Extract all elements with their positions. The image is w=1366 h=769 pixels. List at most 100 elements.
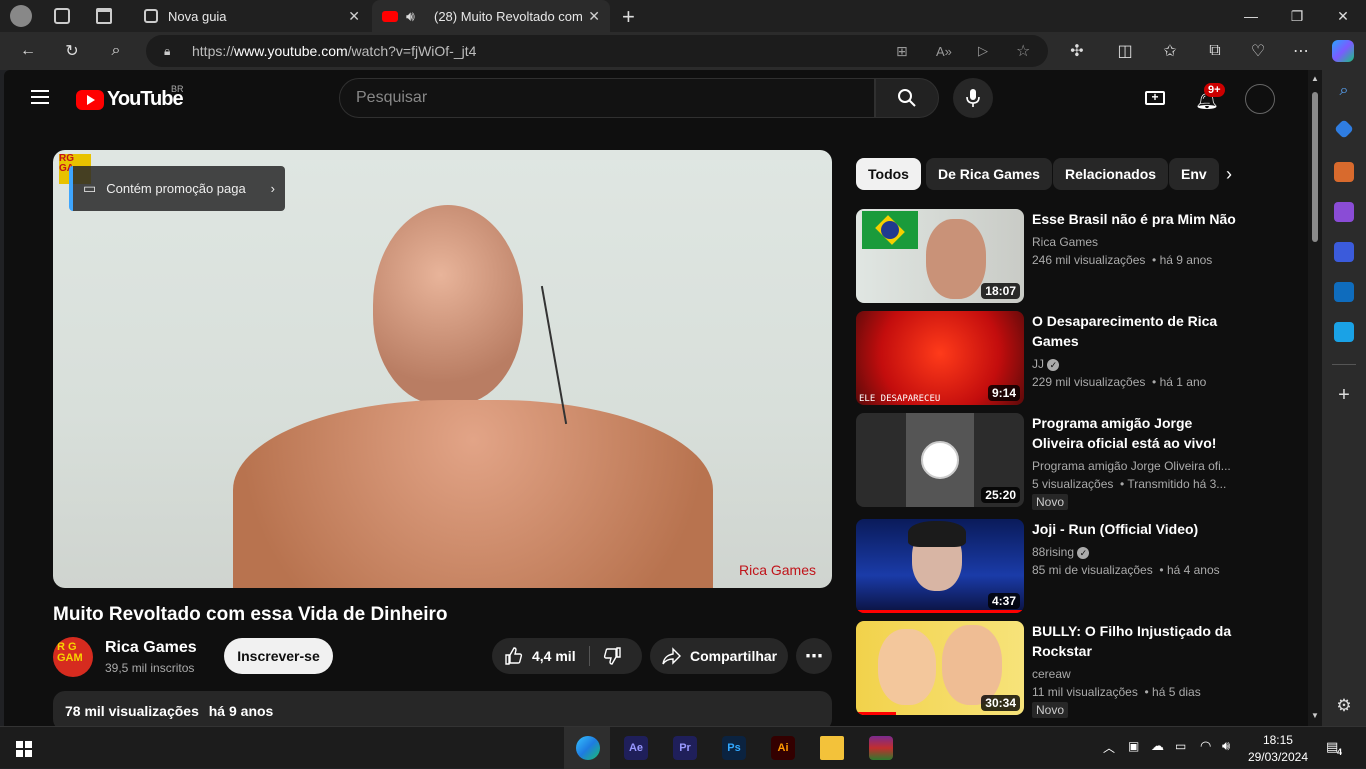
chip-channel[interactable]: De Rica Games xyxy=(926,158,1052,190)
like-button[interactable]: 4,4 mil xyxy=(492,646,576,666)
rec-title[interactable]: Joji - Run (Official Video) xyxy=(1032,519,1242,539)
sidebar-microsoft365-icon[interactable] xyxy=(1334,242,1354,262)
list-item[interactable]: ELE DESAPARECEU 9:14 O Desaparecimento d… xyxy=(856,311,1246,405)
chip-sent[interactable]: Env xyxy=(1169,158,1219,190)
wifi-icon[interactable]: ◠ xyxy=(1200,738,1211,754)
favorite-star-icon[interactable]: ☆ xyxy=(1016,41,1030,61)
rec-channel[interactable]: 88rising ✓ xyxy=(1032,545,1090,559)
paid-promotion-label[interactable]: ▭ Contém promoção paga › xyxy=(69,166,285,211)
rec-title[interactable]: Esse Brasil não é pra Mim Não xyxy=(1032,209,1242,229)
profile-icon[interactable] xyxy=(10,5,32,27)
minimize-icon[interactable]: — xyxy=(1228,0,1274,32)
list-item[interactable]: 18:07 Esse Brasil não é pra Mim Não Rica… xyxy=(856,209,1246,303)
speaker-icon[interactable]: 🔊︎ xyxy=(406,8,415,25)
edge-sidebar: ⌕ + ⚙ xyxy=(1322,70,1366,726)
more-options-icon[interactable]: ⋯ xyxy=(1286,36,1316,66)
volume-icon[interactable]: 🔊︎ xyxy=(1222,738,1230,754)
chip-todos[interactable]: Todos xyxy=(856,158,921,190)
new-tab-icon[interactable]: + xyxy=(622,4,635,30)
video-thumbnail[interactable]: 4:37 xyxy=(856,519,1024,613)
workspaces-icon[interactable] xyxy=(54,8,70,24)
tab-actions-icon[interactable] xyxy=(96,8,112,24)
refresh-icon[interactable]: ↻ xyxy=(57,36,87,66)
dislike-button[interactable] xyxy=(602,646,622,669)
list-item[interactable]: 4:37 Joji - Run (Official Video) 88risin… xyxy=(856,519,1246,613)
sidebar-games-icon[interactable] xyxy=(1334,202,1354,222)
collections-icon[interactable]: ⧉ xyxy=(1200,36,1230,66)
share-button[interactable]: Compartilhar xyxy=(650,638,788,674)
menu-icon[interactable] xyxy=(31,90,49,104)
performance-icon[interactable]: ♡ xyxy=(1243,36,1273,66)
file-explorer-icon[interactable] xyxy=(820,736,844,760)
lock-icon[interactable]: 🔒︎ xyxy=(164,44,170,59)
sidebar-outlook-icon[interactable] xyxy=(1334,282,1354,302)
extensions-icon[interactable]: ✣ xyxy=(1062,36,1092,66)
back-icon[interactable]: ← xyxy=(13,36,43,66)
rec-channel[interactable]: cereaw xyxy=(1032,667,1071,681)
edge-taskbar-icon[interactable] xyxy=(576,736,600,760)
sidebar-drop-icon[interactable] xyxy=(1334,322,1354,342)
list-item[interactable]: 25:20 Programa amigão Jorge Oliveira ofi… xyxy=(856,413,1246,510)
rec-channel[interactable]: Rica Games xyxy=(1032,235,1098,249)
restore-icon[interactable]: ❐ xyxy=(1274,0,1320,32)
split-screen-icon[interactable]: ◫ xyxy=(1110,36,1140,66)
read-aloud-icon[interactable]: A» xyxy=(936,44,952,59)
camera-icon[interactable]: ▣ xyxy=(1128,739,1139,753)
illustrator-icon[interactable]: Ai xyxy=(771,736,795,760)
weather-icon[interactable]: ☁ xyxy=(1151,738,1164,754)
description-box[interactable]: 78 mil visualizações há 9 anos xyxy=(53,691,832,726)
tab-new-tab[interactable]: Nova guia ✕ xyxy=(130,0,370,32)
video-thumbnail[interactable]: 30:34 xyxy=(856,621,1024,715)
tab-youtube[interactable]: 🔊︎ (28) Muito Revoltado com e ✕ xyxy=(372,0,610,32)
scroll-up-icon[interactable]: ▲ xyxy=(1311,74,1319,83)
sidebar-search-icon[interactable]: ⌕ xyxy=(1334,82,1354,102)
list-item[interactable]: 30:34 BULLY: O Filho Injustiçado da Rock… xyxy=(856,621,1246,718)
close-icon[interactable]: ✕ xyxy=(588,8,600,25)
winrar-icon[interactable] xyxy=(869,736,893,760)
sidebar-tools-icon[interactable] xyxy=(1334,162,1354,182)
app-available-icon[interactable]: ⊞ xyxy=(896,43,908,60)
search-button[interactable] xyxy=(875,78,939,118)
system-clock[interactable]: 18:15 29/03/2024 xyxy=(1248,733,1308,764)
sidebar-shopping-icon[interactable] xyxy=(1334,119,1354,139)
premiere-icon[interactable]: Pr xyxy=(673,736,697,760)
video-thumbnail[interactable]: ELE DESAPARECEU 9:14 xyxy=(856,311,1024,405)
search-box[interactable] xyxy=(339,78,875,118)
rec-title[interactable]: O Desaparecimento de Rica Games xyxy=(1032,311,1242,351)
scrollbar-thumb[interactable] xyxy=(1312,92,1318,242)
create-video-icon[interactable]: + xyxy=(1145,91,1165,105)
sidebar-settings-icon[interactable]: ⚙ xyxy=(1334,696,1354,716)
video-thumbnail[interactable]: 18:07 xyxy=(856,209,1024,303)
close-icon[interactable]: ✕ xyxy=(348,8,360,25)
search-input[interactable] xyxy=(340,79,874,117)
account-avatar[interactable] xyxy=(1245,84,1275,114)
favorites-icon[interactable]: ✩ xyxy=(1155,36,1185,66)
battery-icon[interactable]: ▭ xyxy=(1175,739,1186,753)
rec-title[interactable]: BULLY: O Filho Injustiçado da Rockstar xyxy=(1032,621,1242,661)
copilot-icon[interactable] xyxy=(1332,40,1354,62)
subscribe-button[interactable]: Inscrever-se xyxy=(224,638,333,674)
rec-channel[interactable]: JJ ✓ xyxy=(1032,357,1060,371)
photoshop-icon[interactable]: Ps xyxy=(722,736,746,760)
channel-avatar[interactable]: R G GAM xyxy=(53,637,93,677)
voice-search-button[interactable] xyxy=(953,78,993,118)
chevron-up-icon[interactable]: ︿ xyxy=(1103,739,1115,756)
after-effects-icon[interactable]: Ae xyxy=(624,736,648,760)
rec-title[interactable]: Programa amigão Jorge Oliveira oficial e… xyxy=(1032,413,1242,453)
video-icon[interactable]: ▷ xyxy=(978,43,988,59)
more-actions-button[interactable]: ⋯ xyxy=(796,638,832,674)
scroll-down-icon[interactable]: ▼ xyxy=(1311,711,1319,720)
rec-channel[interactable]: Programa amigão Jorge Oliveira ofi... xyxy=(1032,459,1232,473)
video-thumbnail[interactable]: 25:20 xyxy=(856,413,1024,507)
video-player[interactable]: RG GA ▭ Contém promoção paga › Rica Games xyxy=(53,150,832,588)
page-scrollbar[interactable]: ▲ ▼ xyxy=(1308,70,1322,726)
channel-name[interactable]: Rica Games xyxy=(105,639,197,657)
chip-related[interactable]: Relacionados xyxy=(1053,158,1169,190)
window-close-icon[interactable]: ✕ xyxy=(1320,0,1366,32)
sidebar-add-icon[interactable]: + xyxy=(1334,385,1354,406)
windows-start-icon[interactable] xyxy=(16,741,32,757)
youtube-logo[interactable]: YouTube BR xyxy=(76,84,184,111)
chevron-right-icon[interactable]: › xyxy=(1226,164,1232,185)
address-bar[interactable]: 🔒︎ https://www.youtube.com/watch?v=fjWiO… xyxy=(146,35,1048,67)
search-icon[interactable]: ⌕ xyxy=(101,36,131,66)
